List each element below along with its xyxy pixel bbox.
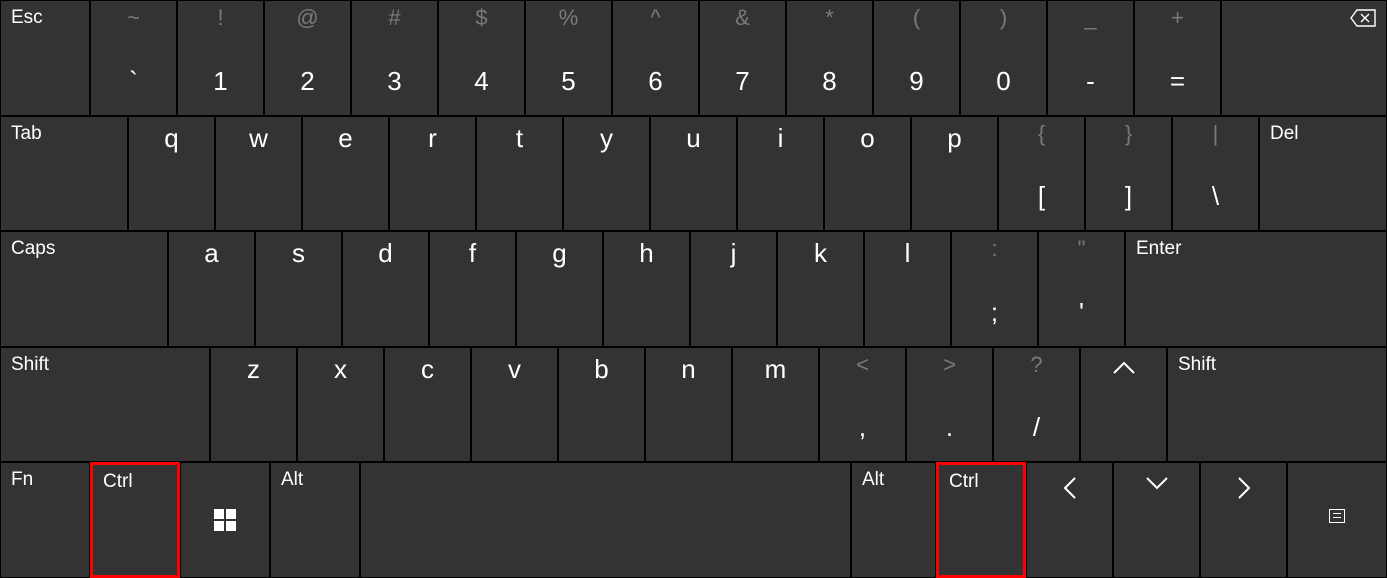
- key-2[interactable]: @ 2: [264, 0, 351, 116]
- key-0[interactable]: ) 0: [960, 0, 1047, 116]
- key-i[interactable]: i: [737, 116, 824, 232]
- spacebar-key[interactable]: [360, 462, 851, 578]
- key-c[interactable]: c: [384, 347, 471, 463]
- chevron-up-icon: [1111, 360, 1137, 376]
- chevron-down-icon: [1144, 475, 1170, 491]
- key-6[interactable]: ^ 6: [612, 0, 699, 116]
- row-5: Fn Ctrl Alt Alt Ctrl: [0, 462, 1387, 578]
- key-l[interactable]: l: [864, 231, 951, 347]
- left-arrow-key[interactable]: [1026, 462, 1113, 578]
- backslash-key[interactable]: | \: [1172, 116, 1259, 232]
- key-a[interactable]: a: [168, 231, 255, 347]
- key-7[interactable]: & 7: [699, 0, 786, 116]
- key-p[interactable]: p: [911, 116, 998, 232]
- key-g[interactable]: g: [516, 231, 603, 347]
- tab-key[interactable]: Tab: [0, 116, 128, 232]
- key-4[interactable]: $ 4: [438, 0, 525, 116]
- key-q[interactable]: q: [128, 116, 215, 232]
- key-o[interactable]: o: [824, 116, 911, 232]
- key-m[interactable]: m: [732, 347, 819, 463]
- key-k[interactable]: k: [777, 231, 864, 347]
- row-2: Tab q w e r t y u i o p { [ } ] | \ Del: [0, 116, 1387, 232]
- row-4: Shift z x c v b n m < , > . ? / Shift: [0, 347, 1387, 463]
- windows-key[interactable]: [180, 462, 270, 578]
- equals-key[interactable]: + =: [1134, 0, 1221, 116]
- right-shift-key[interactable]: Shift: [1167, 347, 1387, 463]
- chevron-left-icon: [1062, 475, 1078, 501]
- key-x[interactable]: x: [297, 347, 384, 463]
- left-ctrl-key[interactable]: Ctrl: [90, 462, 180, 578]
- key-b[interactable]: b: [558, 347, 645, 463]
- right-alt-key[interactable]: Alt: [851, 462, 936, 578]
- key-y[interactable]: y: [563, 116, 650, 232]
- context-menu-key[interactable]: [1287, 462, 1387, 578]
- key-5[interactable]: % 5: [525, 0, 612, 116]
- right-arrow-key[interactable]: [1200, 462, 1287, 578]
- key-d[interactable]: d: [342, 231, 429, 347]
- semicolon-key[interactable]: : ;: [951, 231, 1038, 347]
- key-e[interactable]: e: [302, 116, 389, 232]
- key-1[interactable]: ! 1: [177, 0, 264, 116]
- key-r[interactable]: r: [389, 116, 476, 232]
- key-8[interactable]: * 8: [786, 0, 873, 116]
- fn-key[interactable]: Fn: [0, 462, 90, 578]
- caps-lock-key[interactable]: Caps: [0, 231, 168, 347]
- down-arrow-key[interactable]: [1113, 462, 1200, 578]
- left-bracket-key[interactable]: { [: [998, 116, 1085, 232]
- backspace-icon: [1350, 7, 1376, 33]
- delete-key[interactable]: Del: [1259, 116, 1387, 232]
- windows-icon: [214, 509, 236, 531]
- row-1: Esc ~ ` ! 1 @ 2 # 3 $ 4 % 5 ^ 6: [0, 0, 1387, 116]
- key-z[interactable]: z: [210, 347, 297, 463]
- context-menu-icon: [1329, 509, 1345, 523]
- key-v[interactable]: v: [471, 347, 558, 463]
- backspace-icon-svg: [1350, 9, 1376, 27]
- escape-key[interactable]: Esc: [0, 0, 90, 116]
- key-f[interactable]: f: [429, 231, 516, 347]
- key-u[interactable]: u: [650, 116, 737, 232]
- backtick-key[interactable]: ~ `: [90, 0, 177, 116]
- left-alt-key[interactable]: Alt: [270, 462, 360, 578]
- right-bracket-key[interactable]: } ]: [1085, 116, 1172, 232]
- key-w[interactable]: w: [215, 116, 302, 232]
- enter-key[interactable]: Enter: [1125, 231, 1387, 347]
- quote-key[interactable]: " ': [1038, 231, 1125, 347]
- slash-key[interactable]: ? /: [993, 347, 1080, 463]
- minus-key[interactable]: _ -: [1047, 0, 1134, 116]
- key-h[interactable]: h: [603, 231, 690, 347]
- up-arrow-key[interactable]: [1080, 347, 1167, 463]
- key-j[interactable]: j: [690, 231, 777, 347]
- key-n[interactable]: n: [645, 347, 732, 463]
- period-key[interactable]: > .: [906, 347, 993, 463]
- chevron-right-icon: [1236, 475, 1252, 501]
- on-screen-keyboard: Esc ~ ` ! 1 @ 2 # 3 $ 4 % 5 ^ 6: [0, 0, 1387, 578]
- backspace-key[interactable]: [1221, 0, 1387, 116]
- key-s[interactable]: s: [255, 231, 342, 347]
- left-shift-key[interactable]: Shift: [0, 347, 210, 463]
- key-3[interactable]: # 3: [351, 0, 438, 116]
- key-9[interactable]: ( 9: [873, 0, 960, 116]
- row-3: Caps a s d f g h j k l : ; " ' Enter: [0, 231, 1387, 347]
- comma-key[interactable]: < ,: [819, 347, 906, 463]
- key-t[interactable]: t: [476, 116, 563, 232]
- escape-label: Esc: [11, 7, 43, 29]
- right-ctrl-key[interactable]: Ctrl: [936, 462, 1026, 578]
